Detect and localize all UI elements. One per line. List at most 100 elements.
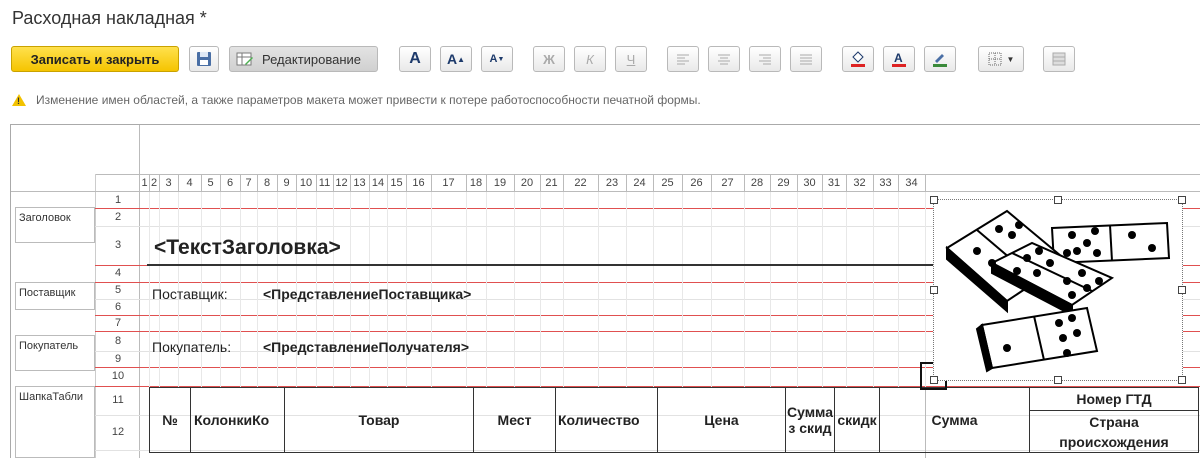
buyer-value-parameter[interactable]: <ПредставлениеПолучателя> [263,339,469,355]
column-number[interactable]: 33 [873,177,898,191]
column-number[interactable]: 26 [682,177,711,191]
column-number[interactable]: 2 [149,177,159,191]
column-number[interactable]: 21 [540,177,563,191]
row-number[interactable]: 9 [97,351,139,367]
resize-handle-nw[interactable] [930,196,938,204]
area-label-buyer[interactable]: Покупатель [15,335,95,371]
th-discount[interactable]: скидк [834,387,880,453]
th-country-of-origin[interactable]: Страна происхождения [1029,410,1199,453]
italic-button[interactable]: К [574,46,606,72]
row-number[interactable]: 11 [97,386,139,415]
supplier-label[interactable]: Поставщик: [152,286,228,302]
column-gridline [563,174,564,191]
resize-handle-e[interactable] [1178,286,1186,294]
column-number[interactable]: 17 [431,177,466,191]
column-number[interactable]: 1 [140,177,149,191]
area-label-header[interactable]: Заголовок [15,207,95,243]
resize-handle-n[interactable] [1054,196,1062,204]
align-left-button[interactable] [667,46,699,72]
save-button[interactable] [189,46,219,72]
column-number[interactable]: 32 [846,177,873,191]
column-number[interactable]: 23 [598,177,626,191]
row-number[interactable]: 6 [97,299,139,315]
row-number[interactable]: 5 [97,282,139,299]
row-number[interactable]: 8 [97,331,139,351]
column-number[interactable]: 15 [387,177,406,191]
increase-font-icon: A [446,51,458,67]
dominoes-picture[interactable] [930,196,1186,384]
editing-label: Редактирование [262,51,362,67]
resize-handle-w[interactable] [930,286,938,294]
th-quantity[interactable]: Количество [555,387,658,453]
row-number[interactable]: 2 [97,208,139,226]
th-sum[interactable]: Сумма [879,387,1030,453]
column-gridline [296,174,297,191]
th-columns[interactable]: КолонкиКо [190,387,285,453]
editing-toggle-button[interactable]: Редактирование [229,46,378,72]
pencil-icon [933,54,947,67]
column-gridline [220,174,221,191]
column-number[interactable]: 22 [563,177,598,191]
column-number[interactable]: 12 [333,177,350,191]
resize-handle-s[interactable] [1054,376,1062,384]
column-number[interactable]: 19 [486,177,514,191]
font-bold-a-button[interactable]: A [399,46,431,72]
merge-cells-button[interactable] [1043,46,1075,72]
decrease-font-button[interactable]: A ▼ [481,46,513,72]
th-places[interactable]: Мест [473,387,556,453]
column-number[interactable]: 4 [178,177,201,191]
column-number[interactable]: 28 [744,177,770,191]
header-text-parameter[interactable]: <ТекстЗаголовка> [154,236,341,260]
column-number[interactable]: 24 [626,177,653,191]
row-number[interactable]: 12 [97,415,139,450]
row-number[interactable]: 1 [97,192,139,208]
column-number[interactable]: 8 [257,177,277,191]
row-number[interactable]: 7 [97,315,139,331]
row-number[interactable]: 4 [97,265,139,282]
border-color-button[interactable] [924,46,956,72]
column-number[interactable]: 9 [277,177,296,191]
borders-dropdown-button[interactable]: ▼ [978,46,1024,72]
column-number[interactable]: 14 [369,177,387,191]
column-number[interactable]: 16 [406,177,431,191]
row-number[interactable]: 10 [97,367,139,386]
th-sum-with-discount[interactable]: Сумма з скид [785,387,835,453]
resize-handle-ne[interactable] [1178,196,1186,204]
column-number[interactable]: 5 [201,177,220,191]
th-number[interactable]: № [149,387,191,453]
column-number[interactable]: 20 [514,177,540,191]
area-label-supplier[interactable]: Поставщик [15,282,95,310]
column-number[interactable]: 7 [240,177,257,191]
column-number[interactable]: 27 [711,177,744,191]
increase-font-button[interactable]: A ▲ [440,46,472,72]
resize-handle-sw[interactable] [930,376,938,384]
align-justify-button[interactable] [790,46,822,72]
align-right-button[interactable] [749,46,781,72]
column-number[interactable]: 25 [653,177,682,191]
column-number[interactable]: 31 [822,177,846,191]
align-center-button[interactable] [708,46,740,72]
background-color-button[interactable] [842,46,874,72]
column-number[interactable]: 3 [159,177,178,191]
text-color-button[interactable]: A [883,46,915,72]
column-number[interactable]: 6 [220,177,240,191]
th-gtd-number[interactable]: Номер ГТД [1029,387,1199,411]
row-number[interactable]: 3 [97,226,139,265]
supplier-value-parameter[interactable]: <ПредставлениеПоставщика> [263,286,471,302]
bold-button[interactable]: Ж [533,46,565,72]
spreadsheet-template[interactable]: 1 2 3 4 5 6 7 8 9 10 11 12 13 14 15 16 17 18 19 20 21 22 23 24 2… [10,124,1200,458]
save-and-close-button[interactable]: Записать и закрыть [11,46,179,72]
buyer-label[interactable]: Покупатель: [152,339,231,355]
column-number[interactable]: 30 [797,177,822,191]
column-number[interactable]: 29 [770,177,797,191]
column-number[interactable]: 13 [350,177,369,191]
resize-handle-se[interactable] [1178,376,1186,384]
column-number[interactable]: 18 [466,177,486,191]
column-number[interactable]: 11 [316,177,333,191]
th-product[interactable]: Товар [284,387,474,453]
area-label-table-header[interactable]: ШапкаТабли [15,386,95,458]
underline-button[interactable]: Ч [615,46,647,72]
column-number[interactable]: 10 [296,177,316,191]
column-number[interactable]: 34 [898,177,925,191]
th-price[interactable]: Цена [657,387,786,453]
